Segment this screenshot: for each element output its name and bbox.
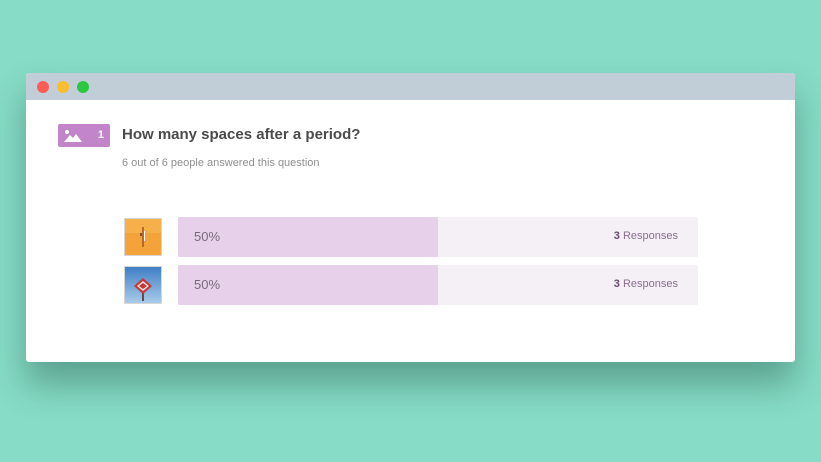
responses-word: Responses [622, 230, 678, 242]
red-sign-on-blue-sky-image [125, 267, 161, 303]
answer-image-thumbnail [124, 218, 162, 256]
question-title: How many spaces after a period? [122, 126, 361, 143]
cursor-on-orange-image [125, 219, 161, 255]
answered-count-text: 6 out of 6 people answered this question [122, 157, 320, 169]
response-percent: 50% [194, 277, 221, 292]
answer-image-thumbnail [124, 266, 162, 304]
app-window: 1 How many spaces after a period? 6 out … [26, 73, 795, 362]
response-count: 3 [613, 230, 620, 242]
response-count-label: 3 Responses [614, 230, 678, 242]
zoom-window-button[interactable] [77, 81, 89, 93]
minimize-window-button[interactable] [57, 81, 69, 93]
response-count: 3 [613, 278, 620, 290]
response-bar: 50% 3 Responses [178, 217, 698, 257]
image-icon [64, 130, 82, 142]
responses-word: Responses [622, 278, 678, 290]
question-type-badge: 1 [58, 124, 110, 147]
window-titlebar [26, 73, 795, 100]
answer-row: 50% 3 Responses [124, 265, 698, 305]
response-count-label: 3 Responses [614, 278, 678, 290]
answer-row: 50% 3 Responses [124, 217, 698, 257]
response-bar: 50% 3 Responses [178, 265, 698, 305]
close-window-button[interactable] [37, 81, 49, 93]
question-number: 1 [97, 129, 104, 141]
response-percent: 50% [194, 229, 221, 244]
